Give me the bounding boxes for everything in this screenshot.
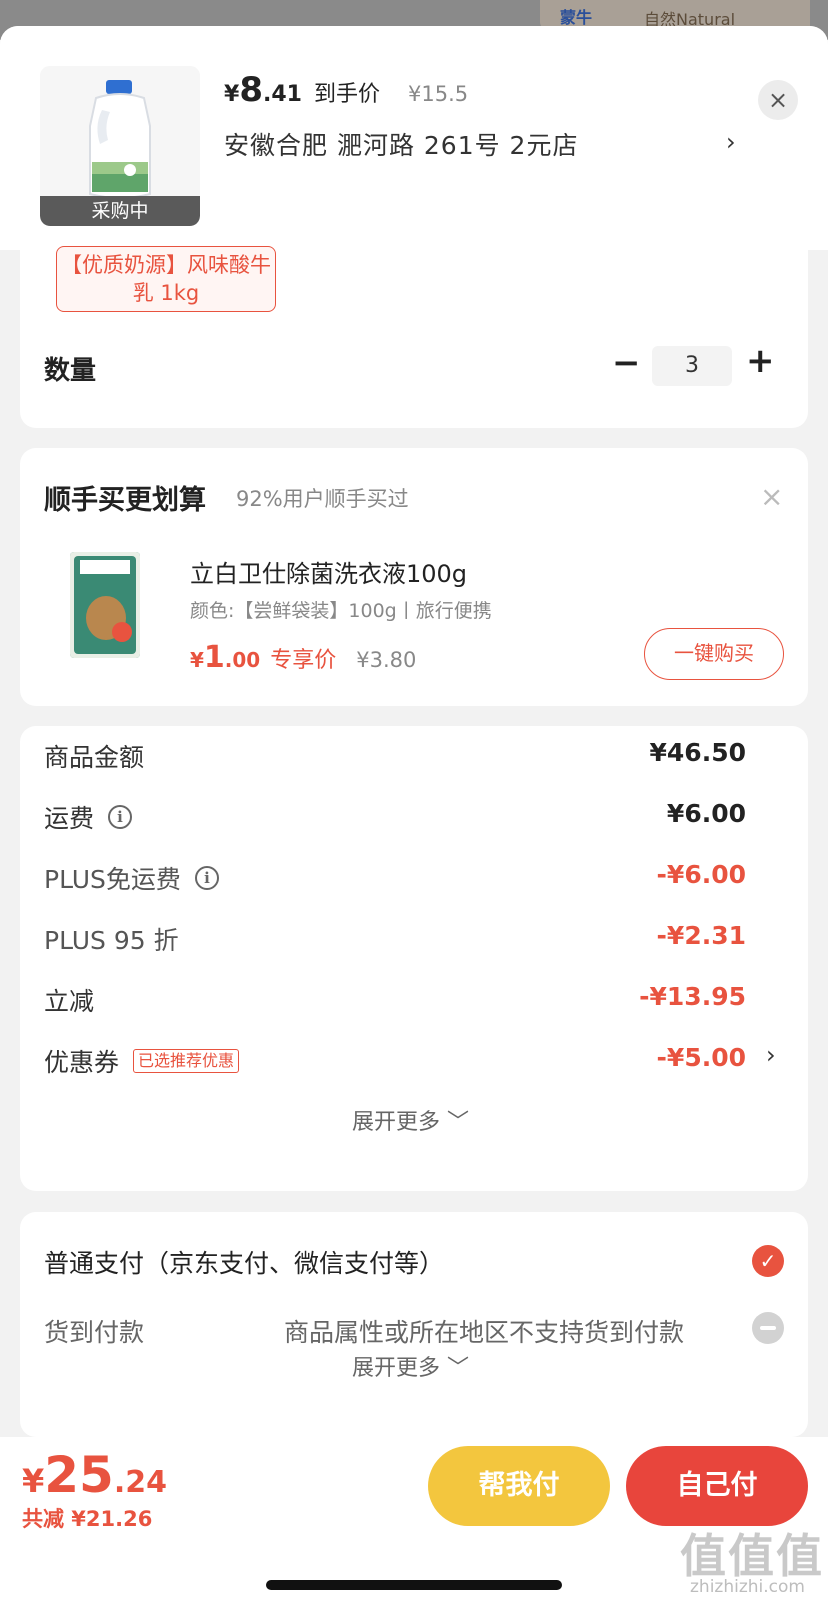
plus-free-shipping-value: -¥6.00: [656, 860, 746, 889]
price-decimal: .41: [262, 82, 302, 107]
check-icon[interactable]: ✓: [752, 1245, 784, 1277]
info-icon[interactable]: i: [194, 866, 219, 890]
goods-amount-value: ¥46.50: [649, 738, 746, 767]
shipping-value: ¥6.00: [666, 799, 746, 828]
plus-discount-label: PLUS 95 折: [44, 926, 179, 955]
summary-row-label: 运费 i: [44, 799, 133, 835]
close-button[interactable]: ×: [758, 80, 798, 120]
total-saved: 共减 ¥21.26: [22, 1507, 153, 1531]
quantity-increase-button[interactable]: +: [746, 344, 775, 378]
price-line: ¥ 8 .41 到手价 ¥15.5: [224, 70, 468, 114]
total-integer: 25: [44, 1446, 114, 1504]
shipping-label: 运费: [44, 804, 95, 833]
spec-option-chip[interactable]: 【优质奶源】风味酸牛乳 1kg: [56, 246, 276, 312]
upsell-item-name[interactable]: 立白卫仕除菌洗衣液100g: [190, 554, 467, 589]
expand-more-payment[interactable]: 展开更多 ﹀: [352, 1350, 469, 1382]
upsell-price-integer: 1: [203, 640, 225, 675]
summary-row-label: PLUS免运费 i: [44, 860, 219, 896]
currency-symbol: ¥: [224, 82, 240, 107]
recommended-coupon-tag: 已选推荐优惠: [133, 1049, 240, 1073]
cod-unavailable-note: 商品属性或所在地区不支持货到付款: [284, 1318, 685, 1347]
plus-discount-value: -¥2.31: [656, 921, 746, 950]
plus-free-shipping-label: PLUS免运费: [44, 865, 181, 894]
detergent-image[interactable]: [70, 552, 140, 658]
upsell-price-decimal: .00: [224, 648, 261, 672]
one-click-buy-button[interactable]: 一键购买: [644, 628, 784, 680]
pay-myself-button[interactable]: 自己付: [626, 1446, 808, 1526]
goods-amount-label: 商品金额: [44, 743, 145, 772]
instant-discount-label: 立减: [44, 987, 95, 1016]
help-me-pay-button[interactable]: 帮我付: [428, 1446, 610, 1526]
quantity-input[interactable]: 3: [652, 346, 732, 386]
price-integer: 8: [239, 70, 263, 110]
normal-payment-option[interactable]: 普通支付（京东支付、微信支付等）: [44, 1244, 444, 1280]
upsell-original-price: ¥3.80: [356, 648, 417, 672]
disabled-icon: [752, 1312, 784, 1344]
summary-row-label: 立减: [44, 982, 94, 1018]
quantity-label: 数量: [44, 356, 97, 386]
total-price: ¥ 25 .24: [22, 1446, 167, 1504]
chevron-right-icon[interactable]: ›: [726, 128, 736, 156]
upsell-item-spec: 颜色:【尝鲜袋装】100g丨旅行便携: [190, 600, 492, 622]
currency-symbol: ¥: [22, 1462, 45, 1500]
purchasing-badge: 采购中: [40, 196, 200, 226]
home-indicator[interactable]: [266, 1580, 562, 1590]
info-icon[interactable]: i: [108, 805, 133, 829]
coupon-row[interactable]: 优惠券 已选推荐优惠: [44, 1043, 240, 1079]
summary-row-label: 商品金额: [44, 738, 144, 774]
store-address[interactable]: 安徽合肥 淝河路 261号 2元店: [224, 126, 578, 162]
currency-symbol: ¥: [190, 648, 204, 672]
original-price: ¥15.5: [407, 82, 469, 106]
upsell-title: 顺手买更划算: [44, 485, 206, 516]
expand-more-summary[interactable]: 展开更多 ﹀: [352, 1104, 469, 1136]
exclusive-price-tag: 专享价: [270, 648, 337, 673]
chevron-right-icon[interactable]: ›: [766, 1041, 776, 1069]
brand-logo-a: 蒙牛: [560, 8, 593, 27]
instant-discount-value: -¥13.95: [639, 982, 746, 1011]
upsell-price-line: ¥ 1 .00 专享价 ¥3.80: [190, 640, 416, 675]
summary-row-label: PLUS 95 折: [44, 921, 179, 957]
coupon-value[interactable]: -¥5.00: [657, 1043, 746, 1072]
detergent-pack-icon: [70, 552, 140, 658]
cod-payment-option: 货到付款: [44, 1318, 145, 1347]
upsell-close-icon[interactable]: ×: [760, 480, 783, 513]
product-thumbnail[interactable]: 采购中: [40, 66, 200, 226]
quantity-decrease-button[interactable]: −: [612, 346, 641, 380]
coupon-label: 优惠券: [44, 1048, 120, 1077]
upsell-subtitle: 92%用户顺手买过: [236, 487, 409, 511]
total-decimal: .24: [113, 1465, 168, 1500]
watermark-url: zhizhizhi.com: [690, 1577, 805, 1597]
final-price-tag: 到手价: [313, 82, 380, 107]
